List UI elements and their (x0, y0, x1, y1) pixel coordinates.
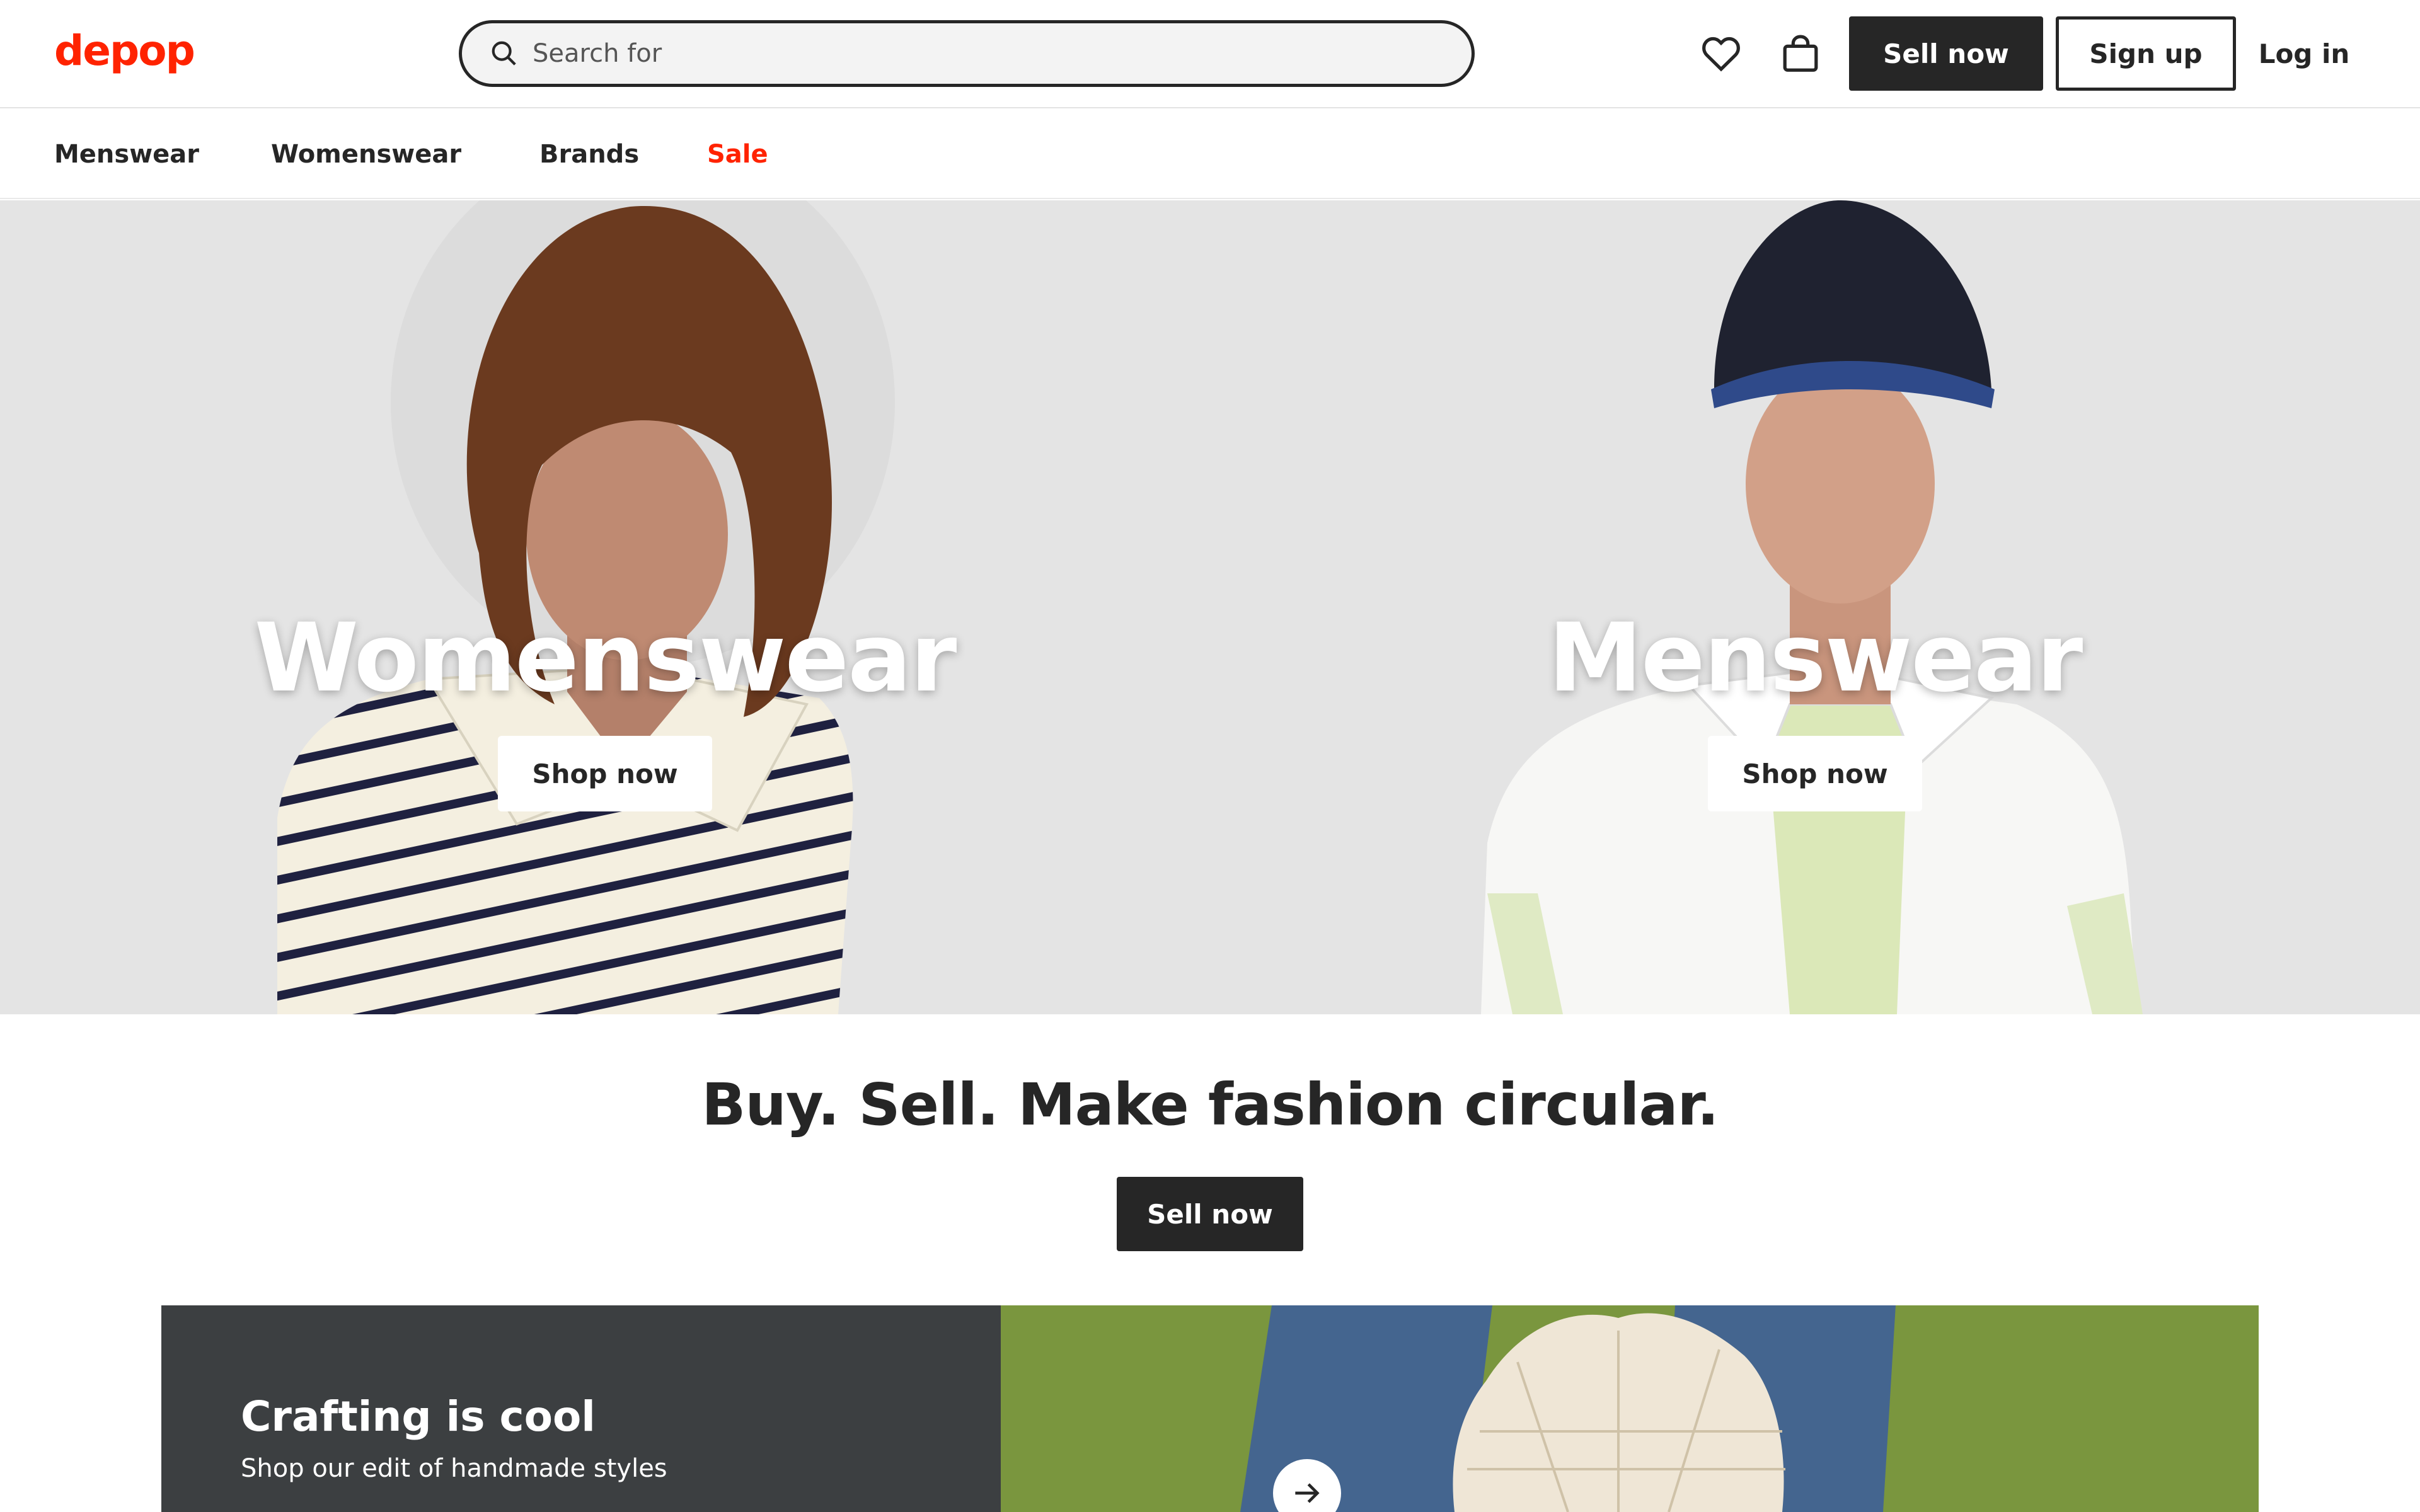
promo-image (1001, 1305, 2259, 1512)
arrow-right-icon (1295, 1483, 1320, 1503)
nav-item-brands[interactable]: Brands (539, 140, 639, 169)
menswear-hero[interactable]: Menswear Shop now (1210, 200, 2420, 1014)
category-nav: Menswear Womenswear Brands Sale (0, 110, 2420, 199)
heart-icon[interactable] (1699, 32, 1743, 76)
nav-item-womenswear[interactable]: Womenswear (271, 140, 461, 169)
promo-subtitle: Shop our edit of handmade styles (241, 1454, 667, 1483)
search-bar[interactable] (459, 20, 1475, 87)
womenswear-shop-now-button[interactable]: Shop now (498, 736, 712, 811)
nav-item-menswear[interactable]: Menswear (54, 140, 199, 169)
sign-up-button[interactable]: Sign up (2056, 16, 2236, 91)
site-header: depop Sell now Sign up Log in (0, 0, 2420, 108)
promo-title: Crafting is cool (241, 1392, 596, 1441)
search-icon (492, 41, 516, 66)
tagline-heading: Buy. Sell. Make fashion circular. (701, 1071, 1719, 1138)
crafting-promo-banner[interactable]: Crafting is cool Shop our edit of handma… (161, 1305, 2259, 1512)
womenswear-hero[interactable]: Womenswear Shop now (0, 200, 1210, 1014)
nav-item-sale[interactable]: Sale (707, 140, 768, 169)
shopping-bag-icon[interactable] (1778, 32, 1823, 76)
menswear-shop-now-button[interactable]: Shop now (1708, 736, 1922, 811)
tagline-sell-now-button[interactable]: Sell now (1117, 1177, 1303, 1251)
search-input[interactable] (533, 39, 1415, 68)
menswear-title: Menswear (1548, 604, 2083, 713)
log-in-button[interactable]: Log in (2247, 16, 2361, 91)
handmade-bag-image (1001, 1305, 2259, 1512)
womenswear-title: Womenswear (254, 604, 957, 713)
promo-text-panel: Crafting is cool Shop our edit of handma… (161, 1305, 1001, 1512)
depop-logo[interactable]: depop (54, 26, 195, 75)
hero-banner: Womenswear Shop now Menswear Shop now (0, 200, 2420, 1014)
sell-now-button[interactable]: Sell now (1849, 16, 2043, 91)
